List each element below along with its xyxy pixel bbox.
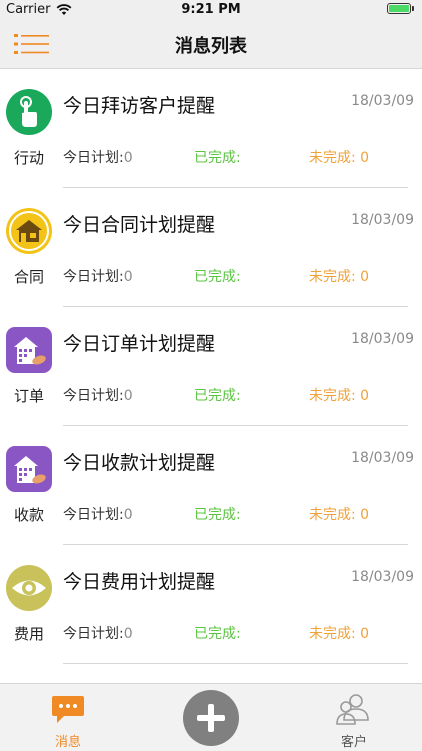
- status-time: 9:21 PM: [181, 2, 241, 17]
- message-row-expense[interactable]: 费用 今日费用计划提醒 18/03/09 今日计划:0 已完成: 未完成: 0: [0, 545, 422, 664]
- todo-stat: 未完成: 0: [309, 388, 370, 404]
- chat-bubble-icon: [52, 696, 84, 723]
- page-title: 消息列表: [175, 36, 247, 57]
- message-date: 18/03/09: [351, 450, 414, 466]
- message-list: 行动 今日拜访客户提醒 18/03/09 今日计划:0 已完成: 未完成: 0 …: [0, 69, 422, 664]
- message-row-action[interactable]: 行动 今日拜访客户提醒 18/03/09 今日计划:0 已完成: 未完成: 0: [0, 69, 422, 188]
- message-stats: 今日计划:0 已完成: 未完成: 0: [63, 266, 413, 286]
- category-label: 行动: [13, 149, 44, 167]
- status-bar: Carrier 9:21 PM: [0, 0, 422, 20]
- house-icon: [6, 208, 52, 254]
- done-stat: 已完成:: [194, 507, 241, 523]
- plan-stat: 今日计划:0: [63, 626, 133, 642]
- tab-bar: 消息 客户: [0, 683, 422, 751]
- category-label: 收款: [13, 506, 44, 524]
- eye-icon: [6, 565, 52, 611]
- add-button[interactable]: [183, 690, 239, 746]
- row-divider: [63, 663, 408, 664]
- message-title: 今日费用计划提醒: [63, 571, 216, 593]
- tab-messages-label: 消息: [54, 735, 81, 750]
- message-date: 18/03/09: [351, 331, 414, 347]
- done-stat: 已完成:: [194, 626, 241, 642]
- message-stats: 今日计划:0 已完成: 未完成: 0: [63, 385, 413, 405]
- plus-icon: [197, 704, 225, 732]
- touch-hand-icon: [6, 89, 52, 135]
- message-stats: 今日计划:0 已完成: 未完成: 0: [63, 504, 413, 524]
- navigation-bar: 消息列表: [0, 20, 422, 69]
- todo-stat: 未完成: 0: [309, 269, 370, 285]
- message-row-contract[interactable]: 合同 今日合同计划提醒 18/03/09 今日计划:0 已完成: 未完成: 0: [0, 188, 422, 307]
- todo-stat: 未完成: 0: [309, 626, 370, 642]
- building-icon: [6, 327, 52, 373]
- customers-icon: [336, 694, 369, 725]
- message-title: 今日订单计划提醒: [63, 333, 216, 355]
- message-date: 18/03/09: [351, 93, 414, 109]
- message-row-order[interactable]: 订单 今日订单计划提醒 18/03/09 今日计划:0 已完成: 未完成: 0: [0, 307, 422, 426]
- message-stats: 今日计划:0 已完成: 未完成: 0: [63, 147, 413, 167]
- plan-stat: 今日计划:0: [63, 507, 133, 523]
- tab-customers-label: 客户: [340, 735, 367, 750]
- message-row-payment[interactable]: 收款 今日收款计划提醒 18/03/09 今日计划:0 已完成: 未完成: 0: [0, 426, 422, 545]
- battery-icon: [387, 3, 411, 14]
- done-stat: 已完成:: [194, 269, 241, 285]
- plan-stat: 今日计划:0: [63, 150, 133, 166]
- building-icon: [6, 446, 52, 492]
- category-label: 费用: [13, 625, 44, 643]
- message-stats: 今日计划:0 已完成: 未完成: 0: [63, 623, 413, 643]
- done-stat: 已完成:: [194, 150, 241, 166]
- todo-stat: 未完成: 0: [309, 507, 370, 523]
- done-stat: 已完成:: [194, 388, 241, 404]
- todo-stat: 未完成: 0: [309, 150, 370, 166]
- tab-messages[interactable]: 消息: [8, 684, 128, 751]
- message-date: 18/03/09: [351, 212, 414, 228]
- plan-stat: 今日计划:0: [63, 388, 133, 404]
- battery-indicator: [387, 3, 414, 14]
- message-title: 今日收款计划提醒: [63, 452, 216, 474]
- category-label: 合同: [13, 268, 44, 286]
- message-title: 今日拜访客户提醒: [63, 95, 216, 117]
- category-label: 订单: [13, 387, 44, 405]
- plan-stat: 今日计划:0: [63, 269, 133, 285]
- message-date: 18/03/09: [351, 569, 414, 585]
- message-title: 今日合同计划提醒: [63, 214, 216, 236]
- tab-customers[interactable]: 客户: [294, 684, 414, 751]
